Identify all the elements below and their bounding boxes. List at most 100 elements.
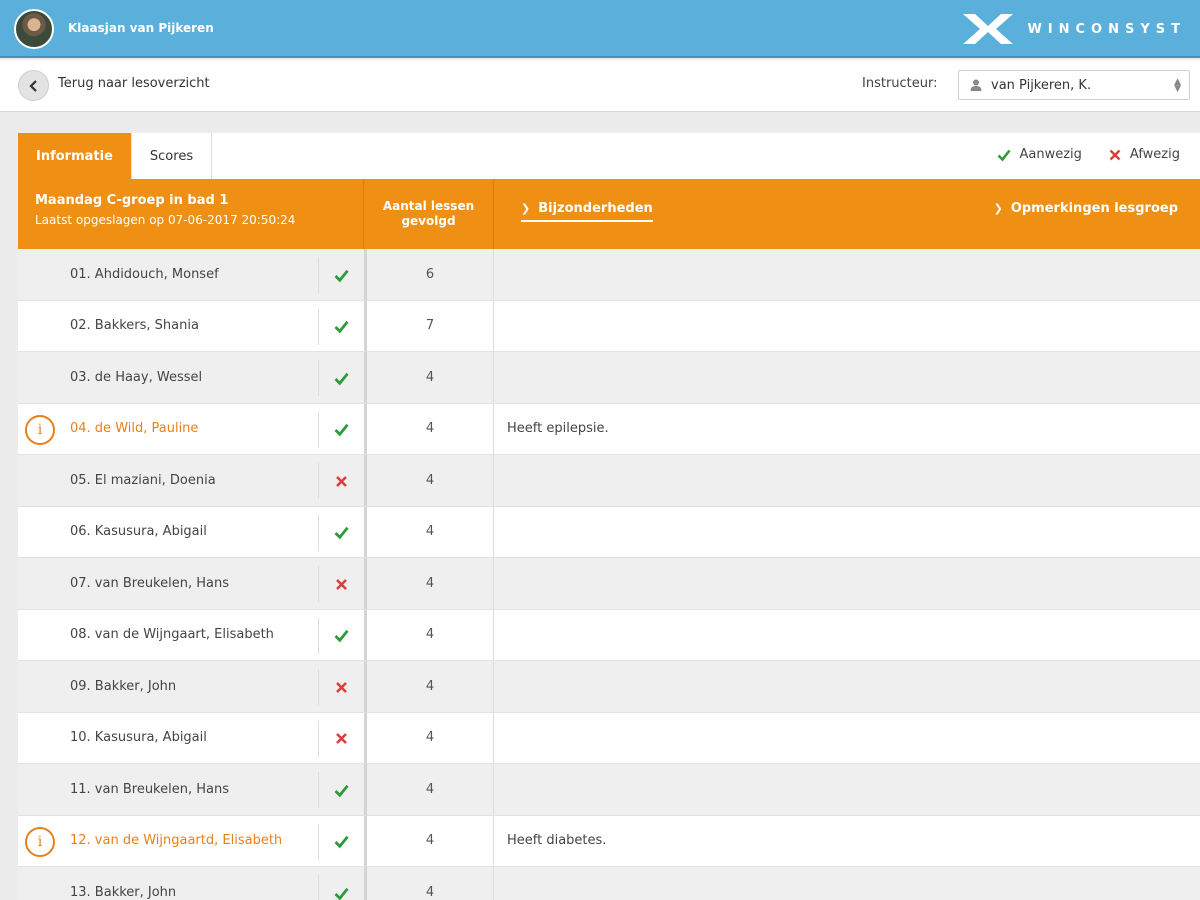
attendance-toggle[interactable] <box>318 308 364 345</box>
cross-icon <box>336 475 347 487</box>
student-list: 01. Ahdidouch, Monsef 6 02. Bakkers, Shani… <box>18 249 1200 900</box>
lessons-count: 7 <box>364 300 494 351</box>
tab-informatie[interactable]: Informatie <box>18 133 132 179</box>
cross-icon <box>336 681 347 693</box>
lessons-count: 4 <box>364 815 494 866</box>
student-name: 03. de Haay, Wessel <box>70 369 203 385</box>
attendance-toggle[interactable] <box>318 257 364 293</box>
attendance-toggle[interactable] <box>318 514 364 551</box>
navigation-bar: Terug naar lesoverzicht Instructeur: van… <box>0 60 1200 112</box>
winconsyst-logo-icon <box>963 14 1014 44</box>
table-row[interactable]: 08. van de Wijngaart, Elisabeth 4 <box>18 609 1200 661</box>
check-icon <box>334 835 349 849</box>
top-bar: Klaasjan van Pijkeren WINCONSYST <box>0 0 1200 58</box>
lessons-count: 4 <box>364 506 494 557</box>
student-name: 07. van Breukelen, Hans <box>70 575 229 591</box>
student-name: 09. Bakker, John <box>70 678 177 694</box>
attendance-toggle[interactable] <box>318 463 364 499</box>
table-row[interactable]: 05. El maziani, Doenia 4 <box>18 455 1200 507</box>
attendance-toggle[interactable] <box>318 875 364 900</box>
table-row[interactable]: 03. de Haay, Wessel 4 <box>18 352 1200 404</box>
lessons-count: 6 <box>364 249 494 300</box>
last-saved-text: Laatst opgeslagen op 07-06-2017 20:50:24 <box>35 213 296 227</box>
check-icon <box>334 372 349 385</box>
cross-icon <box>1109 149 1121 160</box>
table-row[interactable]: i 04. de Wild, Pauline 4 Heeft epilepsie. <box>18 403 1200 455</box>
chevron-right-icon: ❯ <box>993 202 1003 215</box>
check-icon <box>334 526 349 540</box>
user-icon <box>970 79 982 91</box>
instructor-label: Instructeur: <box>862 76 938 91</box>
main-panel: Informatie Scores Aanwezig Afwezig Maand… <box>18 133 1200 900</box>
chevron-left-icon <box>28 79 37 92</box>
attendance-toggle[interactable] <box>318 617 364 654</box>
instructor-value: van Pijkeren, K. <box>991 77 1092 93</box>
lessons-count: 4 <box>364 661 494 712</box>
group-title: Maandag C-groep in bad 1 <box>35 193 229 208</box>
table-row[interactable]: 01. Ahdidouch, Monsef 6 <box>18 249 1200 301</box>
student-name: 08. van de Wijngaart, Elisabeth <box>70 627 274 643</box>
table-row[interactable]: 10. Kasusura, Abigail 4 <box>18 712 1200 764</box>
avatar[interactable] <box>14 9 54 49</box>
attendance-legend: Aanwezig Afwezig <box>971 147 1180 162</box>
instructor-select[interactable]: van Pijkeren, K. ▲ ▼ <box>958 70 1190 100</box>
check-icon <box>334 320 349 334</box>
tab-scores[interactable]: Scores <box>132 133 213 179</box>
student-name: 06. Kasusura, Abigail <box>70 524 207 540</box>
back-link[interactable]: Terug naar lesoverzicht <box>58 76 210 91</box>
table-header: Maandag C-groep in bad 1 Laatst opgeslag… <box>18 179 1200 249</box>
student-name: 11. van Breukelen, Hans <box>70 781 229 797</box>
student-name: 01. Ahdidouch, Monsef <box>70 266 219 282</box>
check-icon <box>334 784 349 797</box>
student-name: 05. El maziani, Doenia <box>70 472 216 488</box>
table-row[interactable]: 06. Kasusura, Abigail 4 <box>18 506 1200 558</box>
legend-present: Aanwezig <box>997 147 1082 162</box>
student-name: 04. de Wild, Pauline <box>70 421 199 437</box>
bijzonderheden-tab[interactable]: ❯ Bijzonderheden <box>521 201 653 222</box>
lessons-count: 4 <box>364 455 494 506</box>
attendance-toggle[interactable] <box>318 720 364 757</box>
note-text: Heeft epilepsie. <box>507 421 609 437</box>
attendance-toggle[interactable] <box>318 566 364 602</box>
attendance-toggle[interactable] <box>318 823 364 860</box>
group-info: Maandag C-groep in bad 1 Laatst opgeslag… <box>18 179 364 249</box>
user-name: Klaasjan van Pijkeren <box>68 21 214 35</box>
check-icon <box>334 423 349 437</box>
student-name: 02. Bakkers, Shania <box>70 318 199 334</box>
attendance-toggle[interactable] <box>318 360 364 396</box>
table-row[interactable]: i 12. van de Wijngaartd, Elisabeth 4 Heeft … <box>18 815 1200 867</box>
lessons-count: 4 <box>364 609 494 660</box>
note-text: Heeft diabetes. <box>507 833 607 849</box>
check-icon <box>334 269 349 282</box>
lessons-count-header: Aantal lessen gevolgd <box>364 179 494 249</box>
lessons-count: 4 <box>364 352 494 403</box>
check-icon <box>334 887 349 900</box>
student-name: 12. van de Wijngaartd, Elisabeth <box>70 833 283 849</box>
back-button[interactable] <box>18 70 49 101</box>
select-arrows-icon: ▲ ▼ <box>1174 77 1181 94</box>
lessons-count: 4 <box>364 403 494 454</box>
lessons-count: 4 <box>364 867 494 900</box>
student-name: 13. Bakker, John <box>70 884 177 900</box>
table-row[interactable]: 02. Bakkers, Shania 7 <box>18 300 1200 352</box>
check-icon <box>998 149 1011 161</box>
brand-logo: WINCONSYST <box>961 10 1186 48</box>
tab-bar: Informatie Scores <box>18 133 213 179</box>
lessons-count: 4 <box>364 712 494 763</box>
check-icon <box>334 629 349 643</box>
table-row[interactable]: 11. van Breukelen, Hans 4 <box>18 764 1200 816</box>
attendance-toggle[interactable] <box>318 669 364 705</box>
table-row[interactable]: 13. Bakker, John 4 <box>18 867 1200 900</box>
attendance-toggle[interactable] <box>318 411 364 448</box>
logo-text: WINCONSYST <box>1027 21 1186 37</box>
legend-absent: Afwezig <box>1108 147 1180 162</box>
student-name: 10. Kasusura, Abigail <box>70 730 207 746</box>
table-row[interactable]: 09. Bakker, John 4 <box>18 661 1200 713</box>
table-row[interactable]: 07. van Breukelen, Hans 4 <box>18 558 1200 610</box>
cross-icon <box>336 578 347 590</box>
chevron-right-icon: ❯ <box>521 202 531 215</box>
opmerkingen-tab[interactable]: ❯ Opmerkingen lesgroep <box>994 201 1178 216</box>
lessons-count: 4 <box>364 764 494 815</box>
cross-icon <box>336 733 347 744</box>
attendance-toggle[interactable] <box>318 772 364 808</box>
